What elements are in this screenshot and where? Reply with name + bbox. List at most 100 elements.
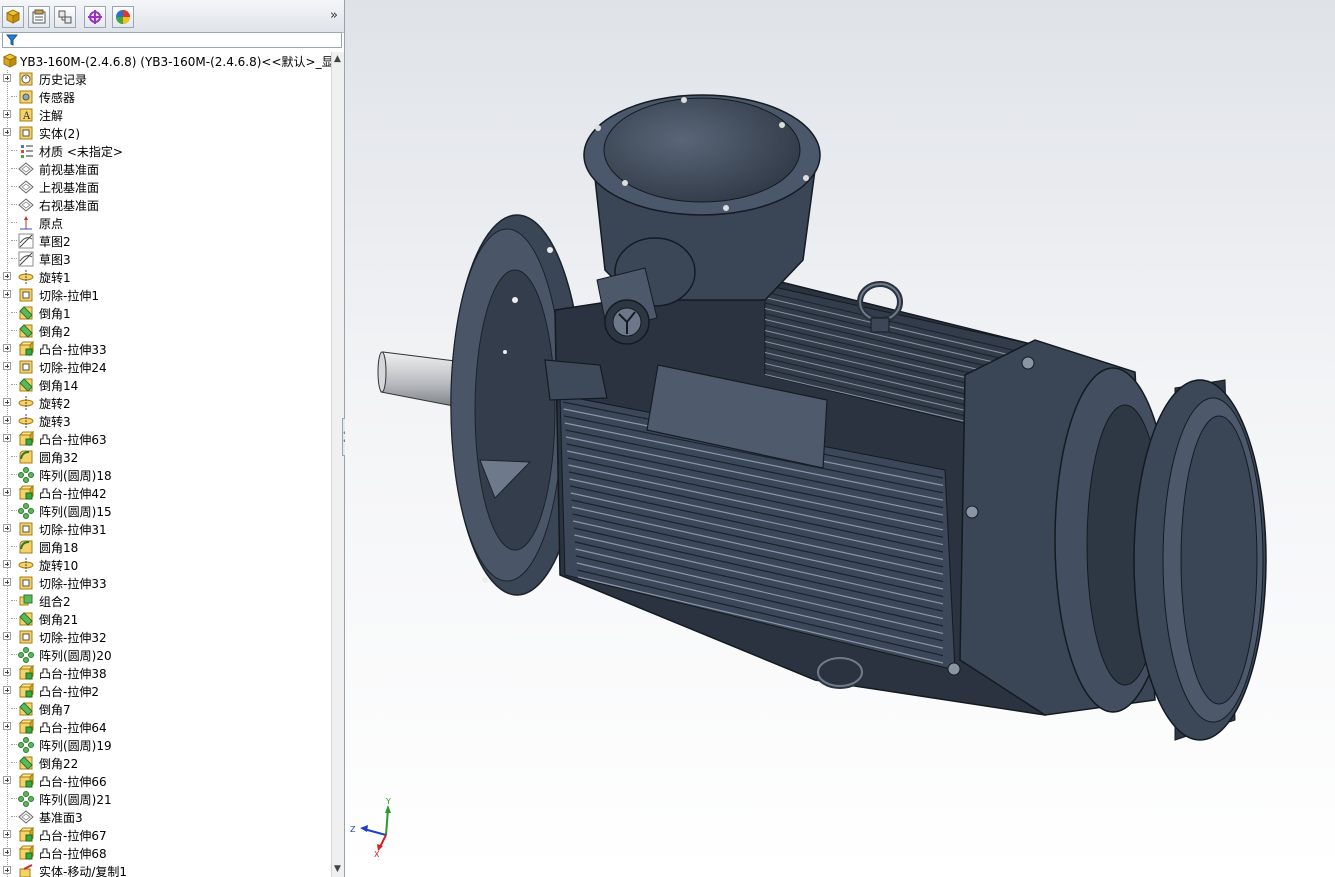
tree-connector: [11, 312, 17, 313]
expand-toggle-icon[interactable]: [3, 74, 11, 82]
expand-toggle-icon[interactable]: [3, 128, 11, 136]
scroll-down-icon[interactable]: ▼: [334, 864, 341, 874]
tree-item[interactable]: 旋转2: [0, 394, 330, 412]
tree-item[interactable]: 倒角21: [0, 610, 330, 628]
expand-toggle-icon[interactable]: [3, 848, 11, 856]
tree-item[interactable]: 实体-移动/复制1: [0, 862, 330, 877]
expand-toggle-icon[interactable]: [3, 344, 11, 352]
tree-item-label: 旋转1: [39, 271, 71, 285]
tree-item[interactable]: 倒角1: [0, 304, 330, 322]
tree-item[interactable]: 凸台-拉伸67: [0, 826, 330, 844]
expand-toggle-icon[interactable]: [3, 110, 11, 118]
tree-item[interactable]: 切除-拉伸32: [0, 628, 330, 646]
tree-item[interactable]: 阵列(圆周)21: [0, 790, 330, 808]
expand-toggle-icon[interactable]: [3, 398, 11, 406]
expand-toggle-icon[interactable]: [3, 686, 11, 694]
tree-item-label: 阵列(圆周)19: [39, 739, 112, 753]
tree-item[interactable]: 旋转3: [0, 412, 330, 430]
tree-scrollbar[interactable]: ▲ ▼: [331, 52, 344, 877]
filter-icon: [6, 34, 18, 46]
graphics-viewport[interactable]: Y Z X: [345, 0, 1335, 877]
tree-item[interactable]: 倒角14: [0, 376, 330, 394]
tree-item[interactable]: 前视基准面: [0, 160, 330, 178]
tree-item[interactable]: 凸台-拉伸68: [0, 844, 330, 862]
tree-item[interactable]: 阵列(圆周)19: [0, 736, 330, 754]
tree-item[interactable]: 传感器: [0, 88, 330, 106]
tree-item[interactable]: 旋转10: [0, 556, 330, 574]
tree-item[interactable]: 阵列(圆周)20: [0, 646, 330, 664]
expand-toggle-icon[interactable]: [3, 290, 11, 298]
tree-item[interactable]: 切除-拉伸1: [0, 286, 330, 304]
tree-item[interactable]: 草图3: [0, 250, 330, 268]
tree-connector: [11, 816, 17, 817]
expand-toggle-icon[interactable]: [3, 488, 11, 496]
expand-toggle-icon[interactable]: [3, 362, 11, 370]
tree-connector: [11, 222, 17, 223]
tree-item-label: 阵列(圆周)18: [39, 469, 112, 483]
tree-root-label: YB3-160M-(2.4.6.8) (YB3-160M-(2.4.6.8)<<…: [20, 55, 345, 69]
more-tabs-button[interactable]: »: [330, 8, 338, 23]
tree-item[interactable]: 倒角2: [0, 322, 330, 340]
tree-item[interactable]: 历史记录: [0, 70, 330, 88]
tree-item[interactable]: 倒角22: [0, 754, 330, 772]
display-manager-tab[interactable]: [112, 6, 134, 28]
tree-item[interactable]: 基准面3: [0, 808, 330, 826]
tree-item[interactable]: 组合2: [0, 592, 330, 610]
tree-root-part[interactable]: YB3-160M-(2.4.6.8) (YB3-160M-(2.4.6.8)<<…: [0, 52, 344, 70]
chamfer-icon: [19, 612, 33, 626]
tree-item[interactable]: 阵列(圆周)18: [0, 466, 330, 484]
tree-item-label: 切除-拉伸33: [39, 577, 107, 591]
tree-item[interactable]: A 注解: [0, 106, 330, 124]
filter-field[interactable]: [2, 32, 342, 48]
scroll-up-icon[interactable]: ▲: [334, 54, 341, 64]
tree-item[interactable]: 凸台-拉伸33: [0, 340, 330, 358]
tree-item[interactable]: 草图2: [0, 232, 330, 250]
tree-item[interactable]: 实体(2): [0, 124, 330, 142]
expand-toggle-icon[interactable]: [3, 632, 11, 640]
expand-toggle-icon[interactable]: [3, 866, 11, 874]
tree-item[interactable]: 右视基准面: [0, 196, 330, 214]
tree-item[interactable]: 圆角32: [0, 448, 330, 466]
tree-item[interactable]: 凸台-拉伸42: [0, 484, 330, 502]
tree-item[interactable]: 阵列(圆周)15: [0, 502, 330, 520]
tree-item[interactable]: 凸台-拉伸38: [0, 664, 330, 682]
dimxpert-icon: [88, 10, 102, 24]
expand-toggle-icon[interactable]: [3, 524, 11, 532]
feature-manager-tab[interactable]: [2, 6, 24, 28]
boss-extrude-icon: [18, 845, 34, 861]
expand-toggle-icon[interactable]: [3, 560, 11, 568]
tree-item[interactable]: 旋转1: [0, 268, 330, 286]
expand-toggle-icon[interactable]: [3, 434, 11, 442]
tree-item[interactable]: 凸台-拉伸66: [0, 772, 330, 790]
configuration-manager-tab[interactable]: [54, 6, 76, 28]
expand-toggle-icon[interactable]: [3, 722, 11, 730]
tree-item[interactable]: 切除-拉伸31: [0, 520, 330, 538]
expand-toggle-icon[interactable]: [3, 668, 11, 676]
tree-item[interactable]: 原点: [0, 214, 330, 232]
boss-extrude-icon: [18, 485, 34, 501]
expand-toggle-icon[interactable]: [3, 272, 11, 280]
tree-item[interactable]: 材质 <未指定>: [0, 142, 330, 160]
tree-item-label: 前视基准面: [39, 163, 100, 177]
expand-toggle-icon[interactable]: [3, 578, 11, 586]
property-manager-tab[interactable]: [28, 6, 50, 28]
motor-3d-model[interactable]: [345, 0, 1335, 877]
tree-item[interactable]: 倒角7: [0, 700, 330, 718]
tree-item[interactable]: 凸台-拉伸2: [0, 682, 330, 700]
tree-item[interactable]: 上视基准面: [0, 178, 330, 196]
material-icon: [21, 145, 33, 158]
tree-item-label: 凸台-拉伸64: [39, 721, 107, 735]
expand-toggle-icon[interactable]: [3, 776, 11, 784]
tree-item[interactable]: 切除-拉伸24: [0, 358, 330, 376]
expand-toggle-icon[interactable]: [3, 830, 11, 838]
tree-item[interactable]: 凸台-拉伸64: [0, 718, 330, 736]
move-copy-icon: [19, 864, 33, 877]
boss-extrude-icon: [18, 341, 34, 357]
circular-pattern-icon: [18, 467, 34, 483]
tree-item[interactable]: 凸台-拉伸63: [0, 430, 330, 448]
axis-z-label: Z: [350, 825, 356, 834]
expand-toggle-icon[interactable]: [3, 416, 11, 424]
tree-item[interactable]: 圆角18: [0, 538, 330, 556]
tree-item[interactable]: 切除-拉伸33: [0, 574, 330, 592]
dimxpert-tab[interactable]: [84, 6, 106, 28]
